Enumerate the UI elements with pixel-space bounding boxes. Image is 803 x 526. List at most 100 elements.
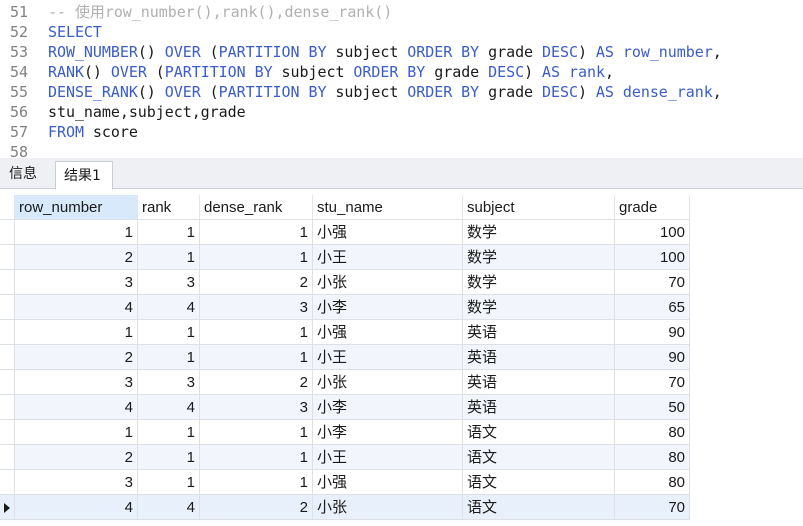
cell-rank[interactable]: 1 [138, 470, 200, 495]
column-header-dense-rank[interactable]: dense_rank [200, 195, 313, 220]
table-row[interactable]: 2 1 1 小王 数学 100 [0, 245, 690, 270]
row-selector[interactable] [0, 470, 15, 495]
cell-row-number[interactable]: 1 [15, 220, 138, 245]
cell-rank[interactable]: 1 [138, 245, 200, 270]
cell-subject[interactable]: 语文 [463, 470, 615, 495]
table-row[interactable]: 4 4 3 小李 英语 50 [0, 395, 690, 420]
cell-dense-rank[interactable]: 2 [200, 370, 313, 395]
cell-row-number[interactable]: 3 [15, 470, 138, 495]
cell-stu-name[interactable]: 小李 [313, 420, 463, 445]
row-selector[interactable] [0, 370, 15, 395]
cell-dense-rank[interactable]: 2 [200, 495, 313, 520]
cell-grade[interactable]: 100 [615, 245, 690, 270]
cell-rank[interactable]: 4 [138, 395, 200, 420]
cell-rank[interactable]: 4 [138, 295, 200, 320]
sql-editor[interactable]: 51 -- 使用row_number(),rank(),dense_rank() 5… [0, 0, 803, 158]
cell-dense-rank[interactable]: 1 [200, 245, 313, 270]
column-header-rank[interactable]: rank [138, 195, 200, 220]
cell-grade[interactable]: 70 [615, 495, 690, 520]
cell-row-number[interactable]: 4 [15, 395, 138, 420]
table-row[interactable]: 1 1 1 小强 英语 90 [0, 320, 690, 345]
cell-rank[interactable]: 3 [138, 270, 200, 295]
tab-info[interactable]: 信息 [1, 160, 51, 189]
cell-dense-rank[interactable]: 1 [200, 420, 313, 445]
cell-subject[interactable]: 数学 [463, 220, 615, 245]
cell-stu-name[interactable]: 小强 [313, 320, 463, 345]
cell-dense-rank[interactable]: 2 [200, 270, 313, 295]
cell-subject[interactable]: 语文 [463, 420, 615, 445]
cell-subject[interactable]: 语文 [463, 495, 615, 520]
cell-stu-name[interactable]: 小王 [313, 345, 463, 370]
cell-grade[interactable]: 80 [615, 470, 690, 495]
cell-dense-rank[interactable]: 1 [200, 445, 313, 470]
cell-subject[interactable]: 数学 [463, 245, 615, 270]
row-selector[interactable] [0, 345, 15, 370]
cell-stu-name[interactable]: 小强 [313, 470, 463, 495]
cell-grade[interactable]: 100 [615, 220, 690, 245]
cell-row-number[interactable]: 2 [15, 445, 138, 470]
cell-stu-name[interactable]: 小李 [313, 295, 463, 320]
cell-subject[interactable]: 数学 [463, 295, 615, 320]
cell-grade[interactable]: 65 [615, 295, 690, 320]
cell-rank[interactable]: 4 [138, 495, 200, 520]
row-selector[interactable] [0, 270, 15, 295]
cell-rank[interactable]: 1 [138, 320, 200, 345]
column-header-subject[interactable]: subject [463, 195, 615, 220]
cell-subject[interactable]: 英语 [463, 395, 615, 420]
table-row[interactable]: 3 3 2 小张 数学 70 [0, 270, 690, 295]
cell-dense-rank[interactable]: 3 [200, 395, 313, 420]
cell-stu-name[interactable]: 小强 [313, 220, 463, 245]
cell-stu-name[interactable]: 小王 [313, 245, 463, 270]
cell-row-number[interactable]: 2 [15, 345, 138, 370]
cell-grade[interactable]: 70 [615, 270, 690, 295]
table-row[interactable]: 2 1 1 小王 英语 90 [0, 345, 690, 370]
table-row[interactable]: 2 1 1 小王 语文 80 [0, 445, 690, 470]
table-row[interactable]: 1 1 1 小强 数学 100 [0, 220, 690, 245]
cell-row-number[interactable]: 4 [15, 495, 138, 520]
cell-rank[interactable]: 1 [138, 345, 200, 370]
cell-dense-rank[interactable]: 1 [200, 320, 313, 345]
cell-subject[interactable]: 英语 [463, 345, 615, 370]
table-row[interactable]: 1 1 1 小李 语文 80 [0, 420, 690, 445]
row-selector[interactable] [0, 295, 15, 320]
cell-dense-rank[interactable]: 1 [200, 220, 313, 245]
row-selector[interactable] [0, 395, 15, 420]
cell-subject[interactable]: 数学 [463, 270, 615, 295]
cell-dense-rank[interactable]: 1 [200, 345, 313, 370]
cell-dense-rank[interactable]: 3 [200, 295, 313, 320]
column-header-grade[interactable]: grade [615, 195, 690, 220]
cell-grade[interactable]: 90 [615, 345, 690, 370]
table-row[interactable]: 4 4 2 小张 语文 70 [0, 495, 690, 520]
row-selector[interactable] [0, 245, 15, 270]
cell-stu-name[interactable]: 小张 [313, 495, 463, 520]
cell-grade[interactable]: 80 [615, 445, 690, 470]
row-selector[interactable] [0, 495, 15, 520]
cell-stu-name[interactable]: 小张 [313, 270, 463, 295]
cell-dense-rank[interactable]: 1 [200, 470, 313, 495]
cell-row-number[interactable]: 1 [15, 320, 138, 345]
cell-row-number[interactable]: 3 [15, 370, 138, 395]
cell-rank[interactable]: 1 [138, 220, 200, 245]
cell-subject[interactable]: 语文 [463, 445, 615, 470]
cell-subject[interactable]: 英语 [463, 320, 615, 345]
column-header-stu-name[interactable]: stu_name [313, 195, 463, 220]
row-selector[interactable] [0, 445, 15, 470]
column-header-row-number[interactable]: row_number [15, 195, 138, 220]
row-selector[interactable] [0, 420, 15, 445]
cell-grade[interactable]: 50 [615, 395, 690, 420]
cell-subject[interactable]: 英语 [463, 370, 615, 395]
cell-stu-name[interactable]: 小王 [313, 445, 463, 470]
cell-rank[interactable]: 1 [138, 445, 200, 470]
table-row[interactable]: 4 4 3 小李 数学 65 [0, 295, 690, 320]
row-selector[interactable] [0, 220, 15, 245]
cell-row-number[interactable]: 1 [15, 420, 138, 445]
cell-grade[interactable]: 70 [615, 370, 690, 395]
cell-row-number[interactable]: 2 [15, 245, 138, 270]
cell-rank[interactable]: 1 [138, 420, 200, 445]
cell-grade[interactable]: 80 [615, 420, 690, 445]
cell-grade[interactable]: 90 [615, 320, 690, 345]
row-selector[interactable] [0, 320, 15, 345]
cell-stu-name[interactable]: 小李 [313, 395, 463, 420]
table-row[interactable]: 3 1 1 小强 语文 80 [0, 470, 690, 495]
cell-row-number[interactable]: 3 [15, 270, 138, 295]
